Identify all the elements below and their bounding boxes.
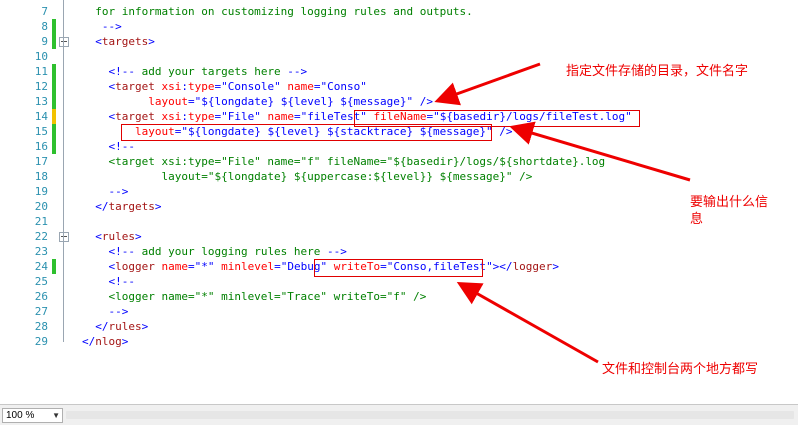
note-directory: 指定文件存储的目录，文件名字 (566, 64, 749, 79)
arrow-to-filename (434, 62, 541, 106)
horizontal-scrollbar[interactable] (66, 411, 794, 419)
code-editor[interactable]: 7 for information on customizing logging… (0, 0, 798, 404)
note-output-line2: 息 (690, 212, 704, 227)
chevron-down-icon: ▼ (52, 411, 60, 420)
note-write-both: 文件和控制台两个地方都写 (602, 362, 759, 377)
zoom-value: 100 % (6, 410, 35, 421)
arrow-to-writeto (456, 282, 599, 364)
note-output-line1: 要输出什么信 (690, 195, 769, 210)
arrow-to-layout (509, 121, 691, 182)
annotation-arrows (434, 62, 691, 364)
status-bar: 100 % ▼ (0, 404, 798, 425)
zoom-dropdown[interactable]: 100 % ▼ (2, 408, 63, 423)
